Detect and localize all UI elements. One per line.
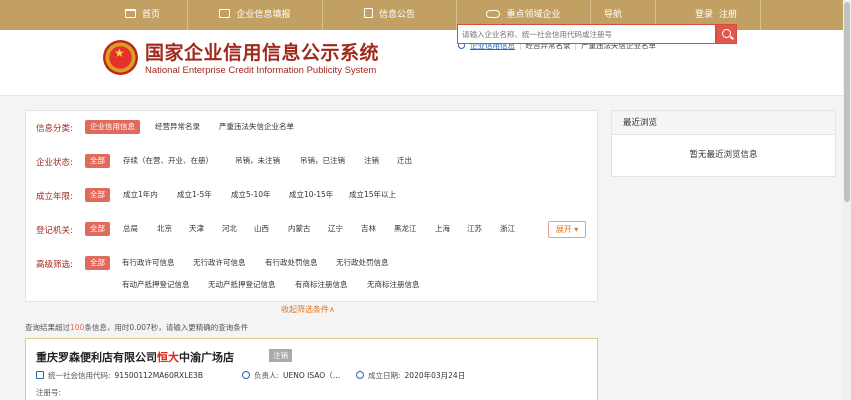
date-value: 2020年03月24日 <box>404 371 466 380</box>
expand-label: 展开 <box>555 225 572 234</box>
filter-years-1[interactable]: 成立1年内 <box>123 188 158 202</box>
filter-label-status: 企业状态: <box>36 158 73 168</box>
person-label: 负责人: <box>254 371 280 380</box>
scrollbar-thumb[interactable] <box>844 2 850 202</box>
expand-button[interactable]: 展开 ▾ <box>548 221 586 238</box>
filter-authority-jilin[interactable]: 吉林 <box>361 222 376 236</box>
credit-code-label: 统一社会信用代码: <box>48 371 111 380</box>
filter-category-credit[interactable]: 企业信用信息 <box>85 120 140 134</box>
search-button[interactable] <box>716 24 737 44</box>
status-badge: 注销 <box>269 349 292 362</box>
summary-suffix: 条信息，用时0.007秒，请输入更精确的查询条件 <box>84 323 249 332</box>
filter-status-active[interactable]: 存续（在营、开业、在册） <box>123 154 213 168</box>
filter-authority-tianjin[interactable]: 天津 <box>189 222 204 236</box>
clock-icon <box>356 371 364 379</box>
filter-category-abnormal[interactable]: 经营异常名录 <box>155 120 200 134</box>
person-value: UENO ISAO（… <box>283 371 341 380</box>
filter-advanced-no-mortgage[interactable]: 无动产抵押登记信息 <box>208 278 276 292</box>
filter-advanced-no-trademark[interactable]: 无商标注册信息 <box>367 278 420 292</box>
login-link[interactable]: 登录 <box>695 10 713 20</box>
result-count: 100 <box>70 323 85 332</box>
filter-status-revoked[interactable]: 吊销，未注销 <box>235 154 280 168</box>
nav-divider <box>760 0 761 30</box>
filter-panel <box>25 110 598 302</box>
id-card-icon <box>36 371 44 379</box>
document-icon <box>363 8 373 18</box>
filter-status-moved[interactable]: 迁出 <box>397 154 412 168</box>
nav-announcements-label: 信息公告 <box>378 10 415 20</box>
filter-authority-neimenggu[interactable]: 内蒙古 <box>288 222 311 236</box>
register-link[interactable]: 注册 <box>719 10 737 20</box>
reg-number-label: 注册号: <box>36 388 62 397</box>
filter-authority-zongju[interactable]: 总局 <box>123 222 138 236</box>
chevron-down-icon: ▾ <box>574 225 579 234</box>
person-icon <box>242 371 250 379</box>
filter-advanced-has-permit[interactable]: 有行政许可信息 <box>122 256 175 270</box>
company-name-prefix: 重庆罗森便利店有限公司 <box>36 351 157 364</box>
credit-code-value: 91500112MA60RXLE3B <box>114 371 204 380</box>
site-title: 国家企业信用信息公示系统 <box>145 42 380 64</box>
filter-authority-heilongjiang[interactable]: 黑龙江 <box>394 222 417 236</box>
filter-authority-liaoning[interactable]: 辽宁 <box>328 222 343 236</box>
nav-key-fields-label: 重点领域企业 <box>506 10 561 20</box>
filter-authority-all[interactable]: 全部 <box>85 222 110 236</box>
result-summary: 查询结果超过100条信息，用时0.007秒，请输入更精确的查询条件 <box>25 322 248 333</box>
edit-icon <box>219 9 231 18</box>
recent-panel: 最近浏览 暂无最近浏览信息 <box>611 110 836 177</box>
date-label: 成立日期: <box>368 371 401 380</box>
nav-announcements[interactable]: 信息公告 <box>323 0 456 30</box>
company-name-suffix: 中渝广场店 <box>179 351 234 364</box>
collapse-filters-link[interactable]: 收起筛选条件∧ <box>281 304 335 315</box>
search-box <box>457 24 716 44</box>
filter-label-category: 信息分类: <box>36 124 73 134</box>
filter-label-advanced: 高级筛选: <box>36 260 73 270</box>
credit-code-field: 统一社会信用代码: 91500112MA60RXLE3B <box>36 370 203 381</box>
site-subtitle: National Enterprise Credit Information P… <box>145 65 377 76</box>
filter-status-revoked-cancelled[interactable]: 吊销，已注销 <box>300 154 345 168</box>
nav-enterprise-report[interactable]: 企业信息填报 <box>188 0 322 30</box>
filter-authority-shanxi[interactable]: 山西 <box>254 222 269 236</box>
filter-advanced-has-penalty[interactable]: 有行政处罚信息 <box>265 256 318 270</box>
filter-years-15plus[interactable]: 成立15年以上 <box>349 188 396 202</box>
filter-years-5-10[interactable]: 成立5-10年 <box>231 188 271 202</box>
filter-label-years: 成立年限: <box>36 192 73 202</box>
nav-navigation-label: 导航 <box>603 10 622 20</box>
filter-authority-shanghai[interactable]: 上海 <box>435 222 450 236</box>
filter-advanced-has-mortgage[interactable]: 有动产抵押登记信息 <box>122 278 190 292</box>
filter-label-authority: 登记机关: <box>36 226 73 236</box>
filter-authority-hebei[interactable]: 河北 <box>222 222 237 236</box>
company-name[interactable]: 重庆罗森便利店有限公司恒大中渝广场店 <box>36 349 234 365</box>
date-field: 成立日期: 2020年03月24日 <box>356 370 465 381</box>
nav-home-label: 首页 <box>141 10 160 20</box>
national-emblem-logo <box>103 40 138 75</box>
recent-title: 最近浏览 <box>612 111 835 135</box>
home-icon <box>124 9 136 18</box>
search-input[interactable] <box>458 25 715 43</box>
filter-advanced-has-trademark[interactable]: 有商标注册信息 <box>295 278 348 292</box>
filter-status-cancelled[interactable]: 注销 <box>364 154 379 168</box>
filter-category-blacklist[interactable]: 严重违法失信企业名单 <box>219 120 294 134</box>
nav-home[interactable]: 首页 <box>98 0 187 30</box>
filter-authority-jiangsu[interactable]: 江苏 <box>467 222 482 236</box>
company-name-highlight: 恒大 <box>157 351 179 364</box>
result-card[interactable]: 重庆罗森便利店有限公司恒大中渝广场店 注销 统一社会信用代码: 91500112M… <box>25 338 598 400</box>
filter-status-all[interactable]: 全部 <box>85 154 110 168</box>
scrollbar[interactable] <box>843 0 851 400</box>
person-field: 负责人: UENO ISAO（… <box>242 370 340 381</box>
nav-enterprise-report-label: 企业信息填报 <box>236 10 291 20</box>
filter-years-1-5[interactable]: 成立1-5年 <box>177 188 212 202</box>
filter-advanced-all[interactable]: 全部 <box>85 256 110 270</box>
filter-authority-beijing[interactable]: 北京 <box>157 222 172 236</box>
filter-years-10-15[interactable]: 成立10-15年 <box>289 188 333 202</box>
filter-advanced-no-permit[interactable]: 无行政许可信息 <box>193 256 246 270</box>
summary-prefix: 查询结果超过 <box>25 323 70 332</box>
filter-years-all[interactable]: 全部 <box>85 188 110 202</box>
recent-empty-message: 暂无最近浏览信息 <box>689 150 758 160</box>
filter-advanced-no-penalty[interactable]: 无行政处罚信息 <box>336 256 389 270</box>
globe-icon <box>486 10 501 18</box>
filter-authority-zhejiang[interactable]: 浙江 <box>500 222 515 236</box>
